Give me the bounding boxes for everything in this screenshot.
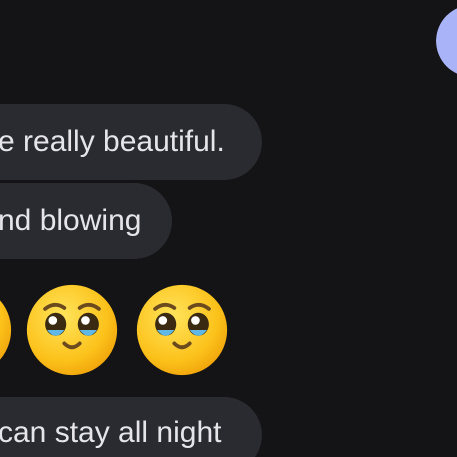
message-text: nd blowing [0,204,142,237]
face-holding-back-tears-icon [26,284,118,376]
message-bubble[interactable]: can stay all night [0,397,262,457]
face-holding-back-tears-icon [136,284,228,376]
message-bubble[interactable]: nd blowing [0,183,172,259]
message-text: can stay all night [0,416,222,449]
face-holding-back-tears-icon [0,300,12,360]
conversation-screen: e really beautiful. nd blowing can stay … [0,0,457,457]
message-text: e really beautiful. [0,125,225,158]
message-bubble[interactable]: e really beautiful. [0,104,262,180]
contact-avatar-icon[interactable] [436,5,457,77]
